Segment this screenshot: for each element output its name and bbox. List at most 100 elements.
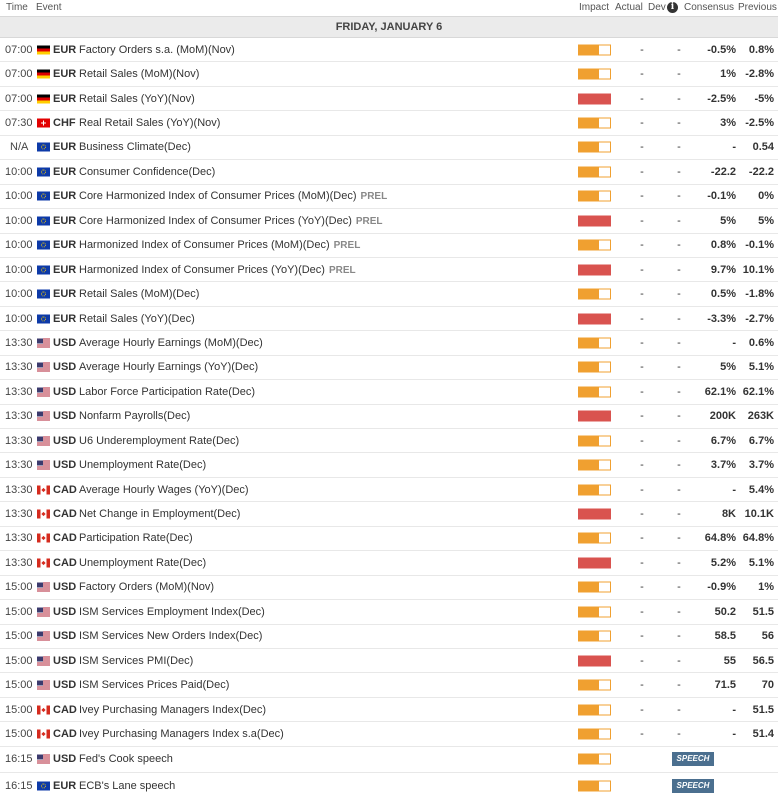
table-row[interactable]: 07:30 CHF Real Retail Sales (YoY)(Nov) - - 3%… [0, 111, 778, 136]
event-title[interactable]: Participation Rate(Dec) [79, 532, 193, 544]
table-row[interactable]: 13:30 CAD Net Change in Employment(Dec) - - 8… [0, 502, 778, 527]
event-title[interactable]: Consumer Confidence(Dec) [79, 166, 215, 178]
table-row[interactable]: 10:00 EUR Retail Sales (MoM)(Dec) - - 0.5% -1.… [0, 282, 778, 307]
table-row[interactable]: 10:00 EUR Harmonized Index of Consumer Pri… [0, 258, 778, 283]
event-name[interactable]: Harmonized Index of Consumer Prices (YoY… [79, 264, 356, 276]
event-name[interactable]: Participation Rate(Dec) [79, 532, 193, 544]
event-title[interactable]: Factory Orders (MoM)(Nov) [79, 581, 214, 593]
event-title[interactable]: ISM Services Prices Paid(Dec) [79, 679, 229, 691]
event-title[interactable]: Retail Sales (MoM)(Dec) [79, 288, 199, 300]
table-row[interactable]: 13:30 CAD Participation Rate(Dec) - - 64.8% 64… [0, 527, 778, 552]
event-name[interactable]: Retail Sales (MoM)(Nov) [79, 68, 199, 80]
event-name[interactable]: Ivey Purchasing Managers Index s.a(Dec) [79, 728, 284, 740]
table-row[interactable]: 13:30 USD U6 Underemployment Rate(Dec) - - 6.… [0, 429, 778, 454]
table-row[interactable]: 15:00 USD ISM Services PMI(Dec) - - 55 56.5 [0, 649, 778, 674]
table-row[interactable]: 16:15 EUR ECB's Lane speech SPEECH [0, 773, 778, 798]
event-name[interactable]: ISM Services Prices Paid(Dec) [79, 679, 229, 691]
event-title[interactable]: Core Harmonized Index of Consumer Prices… [79, 190, 357, 202]
table-row[interactable]: 15:00 CAD Ivey Purchasing Managers Index s… [0, 722, 778, 747]
table-row[interactable]: 10:00 EUR Consumer Confidence(Dec) - - -22.2-… [0, 160, 778, 185]
event-name[interactable]: Real Retail Sales (YoY)(Nov) [79, 117, 220, 129]
event-name[interactable]: Labor Force Participation Rate(Dec) [79, 386, 255, 398]
table-row[interactable]: 15:00 USD ISM Services Employment Index(De… [0, 600, 778, 625]
event-name[interactable]: ECB's Lane speech [79, 780, 175, 792]
event-title[interactable]: Harmonized Index of Consumer Prices (YoY… [79, 264, 325, 276]
event-name[interactable]: Net Change in Employment(Dec) [79, 508, 240, 520]
table-row[interactable]: 13:30 USD Labor Force Participation Rate(D… [0, 380, 778, 405]
info-icon[interactable]: i [667, 2, 678, 13]
event-title[interactable]: Average Hourly Earnings (YoY)(Dec) [79, 361, 258, 373]
event-title[interactable]: Ivey Purchasing Managers Index s.a(Dec) [79, 728, 284, 740]
event-name[interactable]: Nonfarm Payrolls(Dec) [79, 410, 190, 422]
previous-column-header[interactable]: Previous [738, 2, 777, 13]
event-title[interactable]: ISM Services PMI(Dec) [79, 655, 193, 667]
table-row[interactable]: 15:00 USD ISM Services New Orders Index(De… [0, 625, 778, 649]
actual-column-header[interactable]: Actual [615, 2, 643, 13]
event-title[interactable]: Harmonized Index of Consumer Prices (MoM… [79, 239, 330, 251]
table-row[interactable]: 15:00 USD Factory Orders (MoM)(Nov) - - -0.9%… [0, 576, 778, 601]
event-name[interactable]: Average Hourly Earnings (YoY)(Dec) [79, 361, 258, 373]
table-row[interactable]: 10:00 EUR Core Harmonized Index of Consume… [0, 209, 778, 234]
event-name[interactable]: Retail Sales (YoY)(Dec) [79, 313, 195, 325]
event-name[interactable]: ISM Services New Orders Index(Dec) [79, 630, 262, 642]
event-title[interactable]: Average Hourly Wages (YoY)(Dec) [79, 484, 249, 496]
event-name[interactable]: Unemployment Rate(Dec) [79, 459, 206, 471]
event-name[interactable]: U6 Underemployment Rate(Dec) [79, 435, 239, 447]
event-title[interactable]: Ivey Purchasing Managers Index(Dec) [79, 704, 266, 716]
event-title[interactable]: Core Harmonized Index of Consumer Prices… [79, 215, 352, 227]
event-name[interactable]: ISM Services Employment Index(Dec) [79, 606, 265, 618]
event-title[interactable]: Labor Force Participation Rate(Dec) [79, 386, 255, 398]
event-title[interactable]: Retail Sales (YoY)(Nov) [79, 93, 195, 105]
event-name[interactable]: Fed's Cook speech [79, 753, 173, 765]
event-name[interactable]: Average Hourly Earnings (MoM)(Dec) [79, 337, 263, 349]
table-row[interactable]: 15:00 CAD Ivey Purchasing Managers Index(D… [0, 698, 778, 723]
event-title[interactable]: Retail Sales (YoY)(Dec) [79, 313, 195, 325]
event-name[interactable]: Business Climate(Dec) [79, 141, 191, 153]
event-title[interactable]: Net Change in Employment(Dec) [79, 508, 240, 520]
event-title[interactable]: ISM Services New Orders Index(Dec) [79, 630, 262, 642]
event-name[interactable]: Factory Orders s.a. (MoM)(Nov) [79, 44, 235, 56]
consensus-column-header[interactable]: Consensus [684, 2, 734, 13]
time-column-header[interactable]: Time [6, 2, 28, 13]
table-row[interactable]: 13:30 USD Average Hourly Earnings (MoM)(De… [0, 331, 778, 356]
event-title[interactable]: Unemployment Rate(Dec) [79, 459, 206, 471]
event-title[interactable]: ECB's Lane speech [79, 780, 175, 792]
table-row[interactable]: 07:00 EUR Retail Sales (MoM)(Nov) - - 1% -2.8% [0, 62, 778, 87]
table-row[interactable]: 13:30 USD Unemployment Rate(Dec) - - 3.7% 3.7% [0, 453, 778, 478]
event-name[interactable]: Ivey Purchasing Managers Index(Dec) [79, 704, 266, 716]
event-name[interactable]: Average Hourly Wages (YoY)(Dec) [79, 484, 249, 496]
table-row[interactable]: 10:00 EUR Harmonized Index of Consumer Pri… [0, 234, 778, 258]
event-name[interactable]: Retail Sales (YoY)(Nov) [79, 93, 195, 105]
table-row[interactable]: 13:30 USD Nonfarm Payrolls(Dec) - - 200K 263K [0, 405, 778, 429]
dev-column-header[interactable]: Dev [648, 2, 666, 13]
table-row[interactable]: 13:30 USD Average Hourly Earnings (YoY)(De… [0, 356, 778, 381]
event-title[interactable]: Unemployment Rate(Dec) [79, 557, 206, 569]
event-name[interactable]: Consumer Confidence(Dec) [79, 166, 215, 178]
event-name[interactable]: ISM Services PMI(Dec) [79, 655, 193, 667]
event-name[interactable]: Harmonized Index of Consumer Prices (MoM… [79, 239, 360, 251]
event-name[interactable]: Retail Sales (MoM)(Dec) [79, 288, 199, 300]
table-row[interactable]: 07:00 EUR Retail Sales (YoY)(Nov) - - -2.5% -5… [0, 87, 778, 112]
impact-column-header[interactable]: Impact [579, 2, 609, 13]
event-name[interactable]: Factory Orders (MoM)(Nov) [79, 581, 214, 593]
table-row[interactable]: 07:00 EUR Factory Orders s.a. (MoM)(Nov) - -… [0, 38, 778, 63]
table-row[interactable]: N/A EUR Business Climate(Dec) - - - 0.54 [0, 136, 778, 161]
table-row[interactable]: 16:15 USD Fed's Cook speech SPEECH [0, 747, 778, 774]
table-row[interactable]: 10:00 EUR Retail Sales (YoY)(Dec) - - -3.3% -2… [0, 307, 778, 332]
event-title[interactable]: Retail Sales (MoM)(Nov) [79, 68, 199, 80]
table-row[interactable]: 15:00 USD ISM Services Prices Paid(Dec) - - 7… [0, 673, 778, 698]
event-title[interactable]: Fed's Cook speech [79, 753, 173, 765]
table-row[interactable]: 13:30 CAD Average Hourly Wages (YoY)(Dec) -… [0, 478, 778, 503]
event-title[interactable]: Factory Orders s.a. (MoM)(Nov) [79, 44, 235, 56]
event-name[interactable]: Unemployment Rate(Dec) [79, 557, 206, 569]
event-name[interactable]: Core Harmonized Index of Consumer Prices… [79, 215, 383, 227]
event-title[interactable]: Real Retail Sales (YoY)(Nov) [79, 117, 220, 129]
table-row[interactable]: 13:30 CAD Unemployment Rate(Dec) - - 5.2% 5.1% [0, 551, 778, 576]
event-title[interactable]: ISM Services Employment Index(Dec) [79, 606, 265, 618]
event-name[interactable]: Core Harmonized Index of Consumer Prices… [79, 190, 387, 202]
event-column-header[interactable]: Event [36, 2, 62, 13]
event-title[interactable]: U6 Underemployment Rate(Dec) [79, 435, 239, 447]
table-row[interactable]: 10:00 EUR Core Harmonized Index of Consume… [0, 185, 778, 210]
event-title[interactable]: Business Climate(Dec) [79, 141, 191, 153]
event-title[interactable]: Nonfarm Payrolls(Dec) [79, 410, 190, 422]
